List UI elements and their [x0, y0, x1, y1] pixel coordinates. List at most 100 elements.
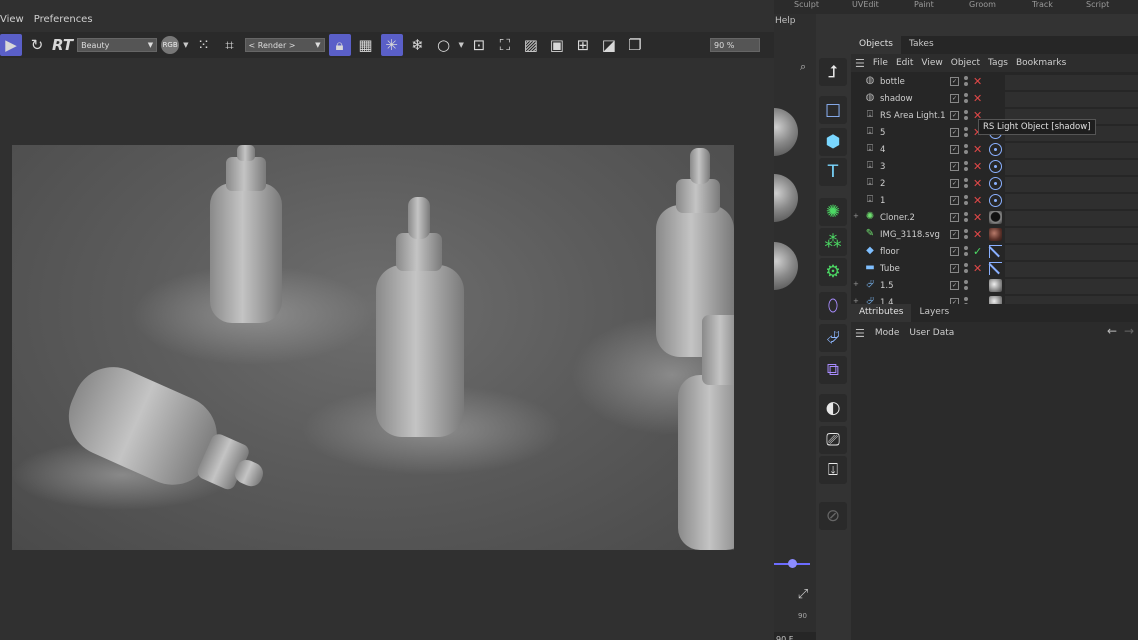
layer-checkbox[interactable]: ✓ [950, 94, 959, 103]
grid-toggle-button[interactable]: ⁙ [193, 34, 215, 56]
object-name[interactable]: 2 [880, 179, 885, 189]
visibility-dots[interactable] [963, 211, 969, 225]
disabled-x-icon[interactable]: ✕ [973, 143, 982, 156]
arrow-left-icon[interactable]: ← [1107, 324, 1117, 338]
circle-button[interactable]: ○ [433, 34, 455, 56]
om-menu-bookmarks[interactable]: Bookmarks [1016, 58, 1066, 68]
deformer-button[interactable]: ⬯ [819, 292, 847, 320]
layout-tab-sculpt[interactable]: Sculpt [794, 0, 819, 9]
visibility-dots[interactable] [963, 160, 969, 174]
layer-checkbox[interactable]: ✓ [950, 145, 959, 154]
snapshot-view-button[interactable]: ◪ [598, 34, 620, 56]
tab-attributes[interactable]: Attributes [851, 304, 912, 322]
layer-checkbox[interactable]: ✓ [950, 281, 959, 290]
menu-preferences[interactable]: Preferences [34, 14, 93, 30]
layer-checkbox[interactable]: ✓ [950, 179, 959, 188]
menu-help[interactable]: Help [775, 16, 796, 26]
material-thumbnail[interactable] [774, 242, 798, 290]
visibility-dots[interactable] [963, 228, 969, 242]
object-row[interactable]: ▬ Tube ✓ ✕ [851, 261, 1138, 278]
zoom-field[interactable]: 90 % [710, 38, 760, 52]
visibility-dots[interactable] [963, 177, 969, 191]
tab-layers[interactable]: Layers [911, 304, 957, 322]
hatch-button[interactable]: ▨ [520, 34, 542, 56]
add-snapshot-button[interactable]: ⊞ [572, 34, 594, 56]
focus-button[interactable]: ⊡ [468, 34, 490, 56]
visibility-dots[interactable] [963, 75, 969, 89]
slider-knob[interactable] [788, 559, 797, 568]
effector-button[interactable]: ⚙ [819, 258, 847, 286]
disabled-x-icon[interactable]: ✕ [973, 92, 982, 105]
tag-mat-grey-icon[interactable] [989, 279, 1002, 292]
visibility-dots[interactable] [963, 126, 969, 140]
object-name[interactable]: floor [880, 247, 899, 257]
layer-checkbox[interactable]: ✓ [950, 196, 959, 205]
cube-outline-button[interactable]: □ [819, 96, 847, 124]
refresh-button[interactable]: ↻ [26, 34, 48, 56]
layout-tab-uvedit[interactable]: UVEdit [852, 0, 879, 9]
expand-toggle[interactable]: + [853, 280, 859, 288]
render-camera-select[interactable]: < Render > ▼ [244, 38, 325, 52]
object-name[interactable]: shadow [880, 94, 913, 104]
grid-view-button[interactable]: ▦ [355, 34, 377, 56]
object-name[interactable]: bottle [880, 77, 905, 87]
tab-takes[interactable]: Takes [901, 36, 942, 54]
object-name[interactable]: Cloner.2 [880, 213, 915, 223]
layer-checkbox[interactable]: ✓ [950, 77, 959, 86]
visibility-dots[interactable] [963, 279, 969, 293]
aov-select[interactable]: Beauty ▼ [77, 38, 158, 52]
tag-target-icon[interactable] [989, 160, 1002, 173]
tag-mat-dark-icon[interactable] [989, 211, 1002, 224]
layer-checkbox[interactable]: ✓ [950, 247, 959, 256]
disabled-tool-button[interactable]: ⊘ [819, 502, 847, 530]
hamburger-icon[interactable]: ☰ [855, 57, 865, 70]
frame-field[interactable]: 90 F [774, 632, 816, 640]
enabled-check-icon[interactable]: ✓ [973, 245, 982, 258]
disabled-x-icon[interactable]: ✕ [973, 160, 982, 173]
object-name[interactable]: RS Area Light.1 [880, 111, 946, 121]
renderer-label[interactable]: RT [52, 36, 73, 54]
tag-target-icon[interactable] [989, 194, 1002, 207]
expand-toggle[interactable]: + [853, 212, 859, 220]
object-row[interactable]: ◆ floor ✓ ✓ [851, 244, 1138, 261]
object-name[interactable]: 1 [880, 196, 885, 206]
field-button[interactable]: ⧉ [819, 356, 847, 384]
tab-objects[interactable]: Objects [851, 36, 902, 54]
disabled-x-icon[interactable]: ✕ [973, 211, 982, 224]
layer-checkbox[interactable]: ✓ [950, 128, 959, 137]
om-menu-tags[interactable]: Tags [988, 58, 1008, 68]
disabled-x-icon[interactable]: ✕ [973, 262, 982, 275]
light-button[interactable]: ⍗ [819, 456, 847, 484]
lock-button[interactable]: 🔒︎ [328, 34, 351, 56]
material-thumbnail[interactable] [774, 108, 798, 156]
environment-button[interactable]: ◐ [819, 394, 847, 422]
object-name[interactable]: 4 [880, 145, 885, 155]
generator-button[interactable]: ✺ [819, 198, 847, 226]
freeze-button[interactable]: ❄ [407, 34, 429, 56]
om-menu-view[interactable]: View [921, 58, 942, 68]
menu-view[interactable]: View [0, 14, 24, 30]
object-row[interactable]: ⍗ 4 ✓ ✕ [851, 142, 1138, 159]
layer-checkbox[interactable]: ✓ [950, 162, 959, 171]
layer-checkbox[interactable]: ✓ [950, 230, 959, 239]
object-row[interactable]: ✎ IMG_3118.svg ✓ ✕ [851, 227, 1138, 244]
null-object-button[interactable]: ⮰ [819, 324, 847, 352]
search-icon[interactable]: ⌕ [800, 60, 806, 74]
object-name[interactable]: 5 [880, 128, 885, 138]
disabled-x-icon[interactable]: ✕ [973, 228, 982, 241]
move-tool-button[interactable]: ⮥ [819, 58, 847, 86]
object-name[interactable]: Tube [880, 264, 900, 274]
disabled-x-icon[interactable]: ✕ [973, 194, 982, 207]
layout-tab-groom[interactable]: Groom [969, 0, 996, 9]
om-menu-edit[interactable]: Edit [896, 58, 913, 68]
object-row[interactable]: ⍗ 2 ✓ ✕ [851, 176, 1138, 193]
layout-tab-script[interactable]: Script [1086, 0, 1109, 9]
visibility-dots[interactable] [963, 262, 969, 276]
am-menu-mode[interactable]: Mode [875, 328, 900, 338]
am-menu-user-data[interactable]: User Data [909, 328, 954, 338]
region-button[interactable]: ⛶ [494, 34, 516, 56]
layout-tab-track[interactable]: Track [1032, 0, 1053, 9]
object-name[interactable]: IMG_3118.svg [880, 230, 940, 240]
text-object-button[interactable]: T [819, 158, 847, 186]
chevron-down-icon[interactable]: ▼ [183, 41, 188, 49]
